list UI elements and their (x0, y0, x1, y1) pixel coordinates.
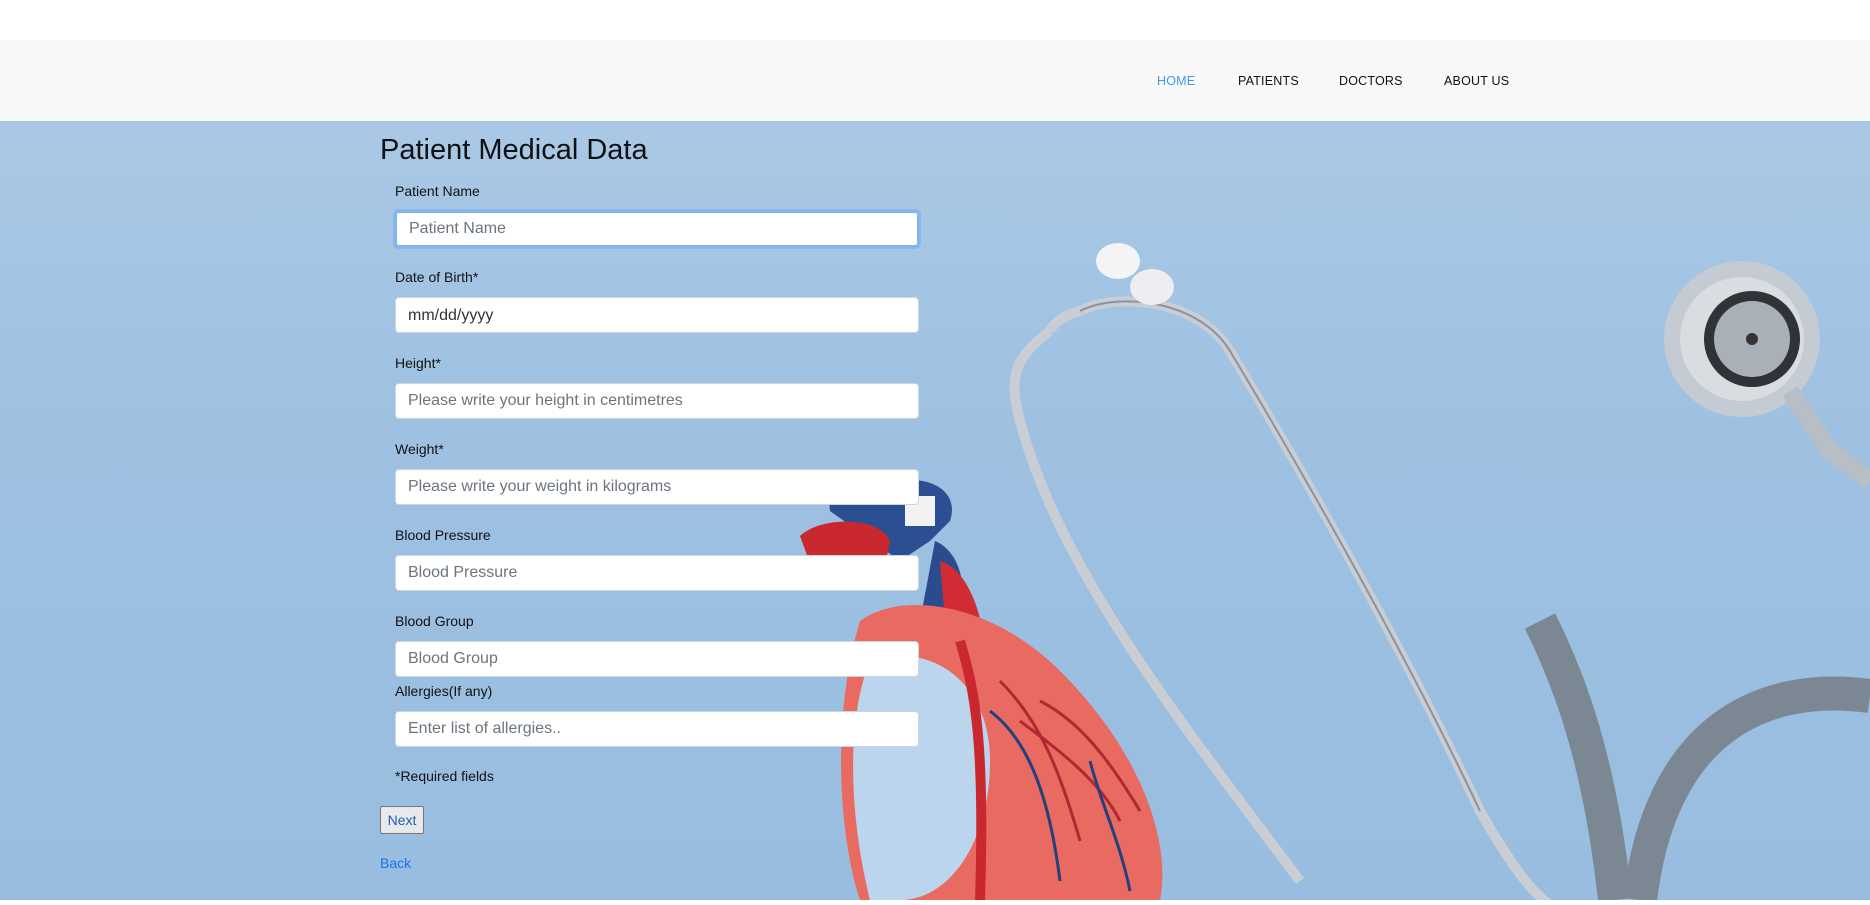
height-input[interactable] (395, 383, 919, 419)
patient-name-input[interactable] (395, 211, 919, 247)
hero-background (0, 121, 1870, 900)
back-link[interactable]: Back (380, 855, 411, 871)
label-patient-name: Patient Name (395, 183, 480, 199)
nav-about-us[interactable]: ABOUT US (1444, 74, 1509, 88)
required-fields-note: *Required fields (395, 768, 494, 784)
heart-model-illustration (800, 480, 1163, 900)
label-date-of-birth: Date of Birth* (395, 269, 479, 285)
label-height: Height* (395, 355, 441, 371)
weight-input[interactable] (395, 469, 919, 505)
label-blood-group: Blood Group (395, 613, 474, 629)
label-allergies: Allergies(If any) (395, 683, 493, 699)
label-weight: Weight* (395, 441, 444, 457)
label-blood-pressure: Blood Pressure (395, 527, 491, 543)
nav-home[interactable]: HOME (1157, 74, 1195, 88)
top-bar (0, 0, 1870, 41)
nav-patients[interactable]: PATIENTS (1238, 74, 1299, 88)
navbar (0, 40, 1870, 121)
allergies-input[interactable] (395, 711, 919, 747)
date-of-birth-input[interactable]: mm/dd/yyyy (395, 297, 919, 333)
blood-group-input[interactable] (395, 641, 919, 677)
page-title: Patient Medical Data (380, 134, 648, 166)
nav-doctors[interactable]: DOCTORS (1339, 74, 1403, 88)
blood-pressure-input[interactable] (395, 555, 919, 591)
next-button[interactable]: Next (380, 806, 424, 834)
